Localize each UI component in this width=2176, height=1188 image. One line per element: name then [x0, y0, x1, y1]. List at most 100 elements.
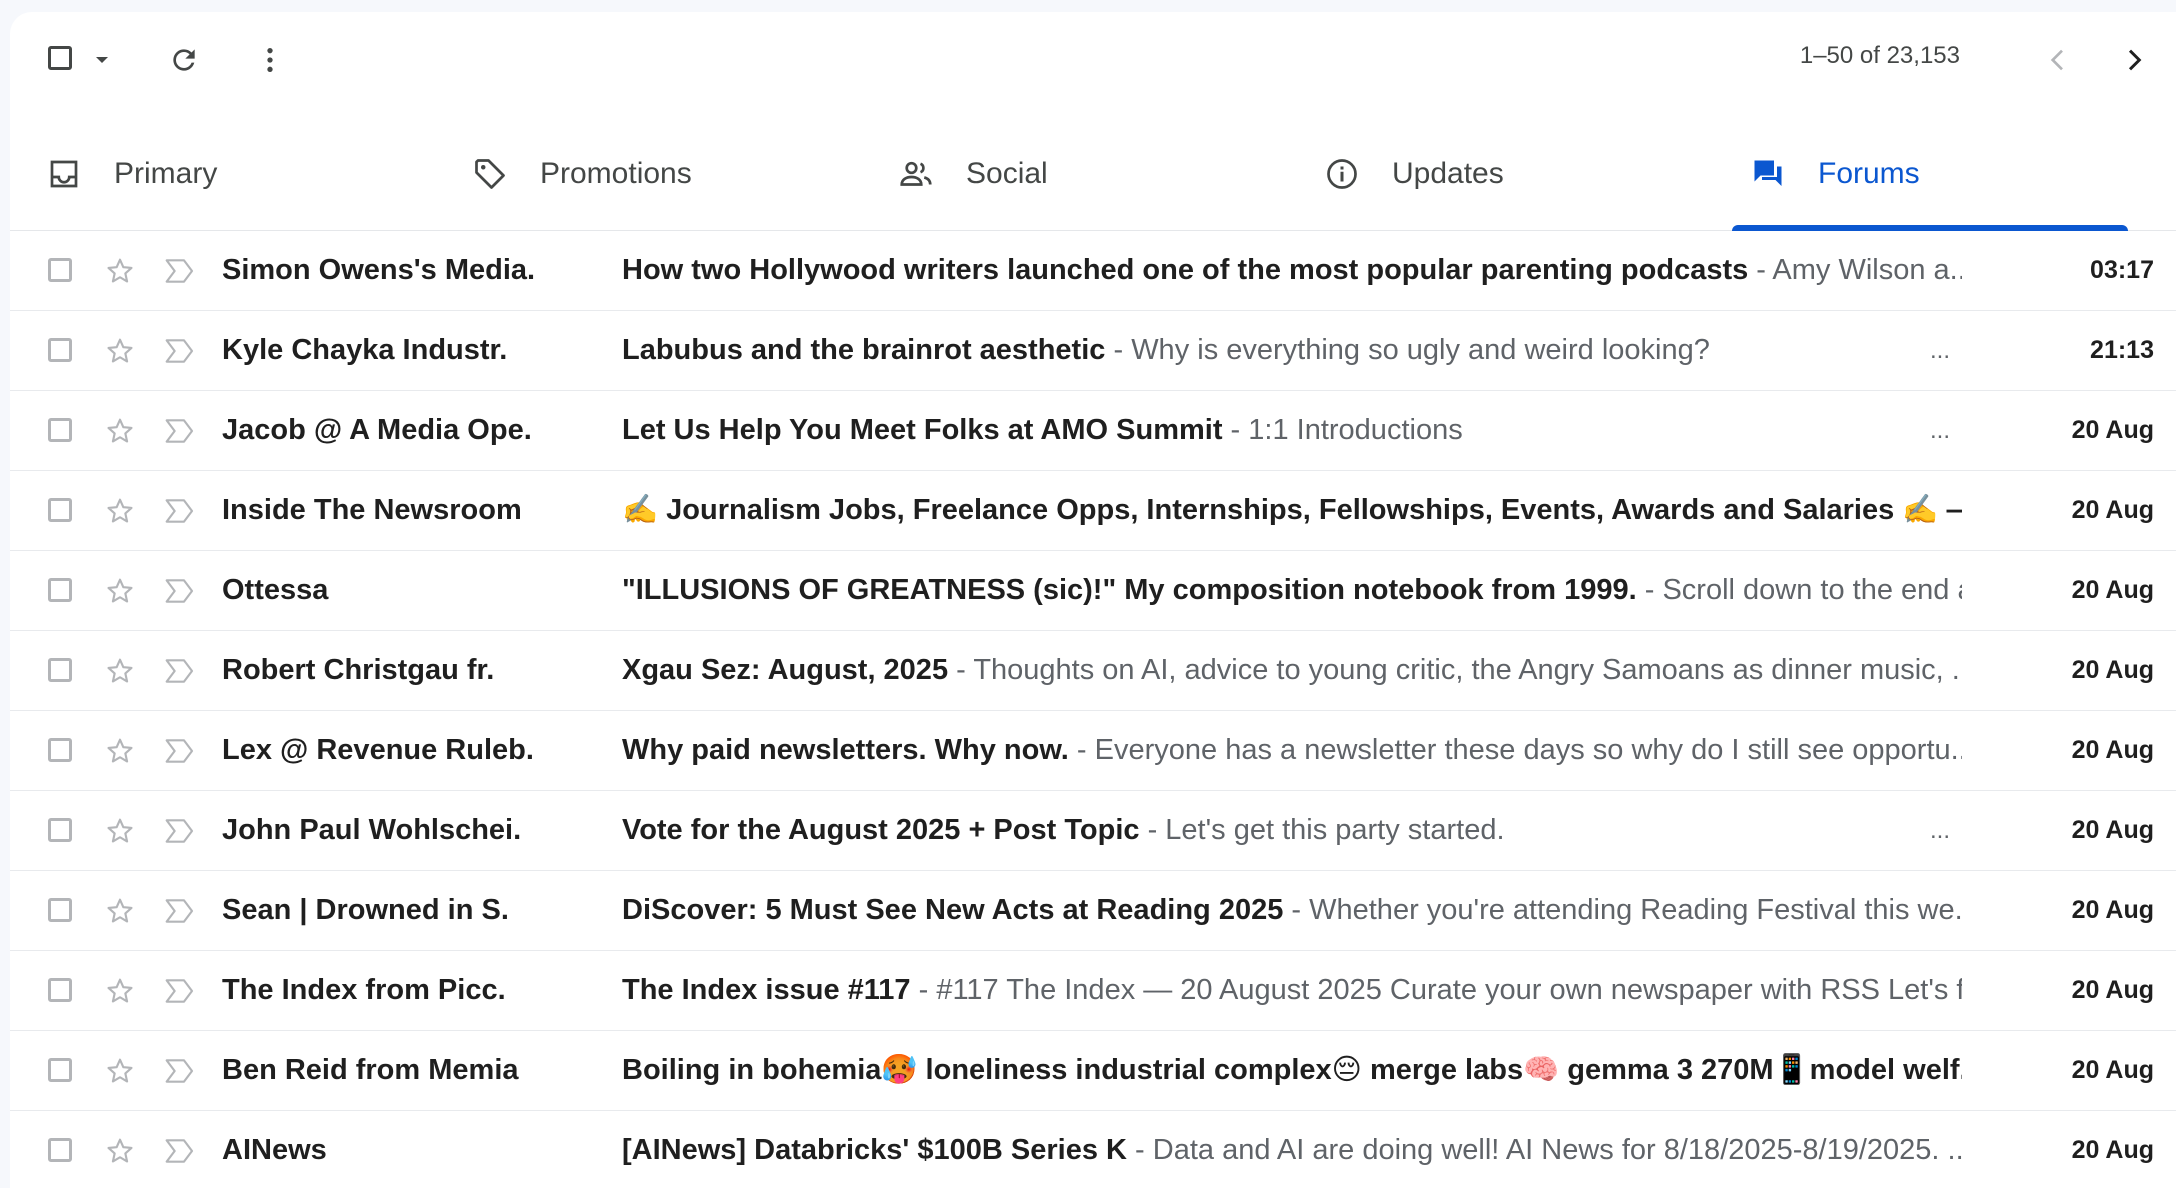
row-checkbox[interactable]	[48, 738, 72, 762]
tab-updates[interactable]: Updates	[1288, 118, 1714, 230]
star-icon[interactable]	[104, 975, 136, 1007]
tab-forums[interactable]: Forums	[1714, 118, 2140, 231]
row-checkbox[interactable]	[48, 978, 72, 1002]
sender-name: Robert Christgau fr.	[222, 654, 495, 686]
email-subject: Why paid newsletters. Why now.	[622, 734, 1069, 766]
snippet-ellipsis: ...	[1930, 417, 1951, 444]
importance-marker-icon[interactable]	[164, 976, 196, 1006]
importance-marker-icon[interactable]	[164, 496, 196, 526]
email-date: 20 Aug	[2071, 496, 2154, 524]
email-row[interactable]: AINews [AINews] Databricks' $100B Series…	[10, 1111, 2176, 1188]
email-content: Vote for the August 2025 + Post Topic - …	[622, 791, 1962, 870]
refresh-icon[interactable]	[166, 42, 202, 78]
importance-marker-icon[interactable]	[164, 816, 196, 846]
select-all-checkbox[interactable]	[48, 46, 72, 70]
snippet-separator: -	[948, 654, 974, 686]
star-icon[interactable]	[104, 495, 136, 527]
snippet-separator: -	[1222, 414, 1249, 446]
older-page-chevron-right-icon[interactable]	[2116, 42, 2152, 78]
email-snippet: Amy Wilson a...	[1772, 254, 1962, 286]
more-options-icon[interactable]	[252, 42, 288, 78]
tab-social[interactable]: Social	[862, 118, 1288, 230]
newer-page-chevron-left-icon[interactable]	[2040, 42, 2076, 78]
email-row[interactable]: John Paul Wohlschei. Vote for the August…	[10, 791, 2176, 871]
row-checkbox[interactable]	[48, 578, 72, 602]
star-icon[interactable]	[104, 255, 136, 287]
email-content: Labubus and the brainrot aesthetic - Why…	[622, 311, 1962, 390]
mail-panel: 1–50 of 23,153 Primary Promotions Social	[10, 12, 2176, 1188]
row-checkbox[interactable]	[48, 658, 72, 682]
row-checkbox[interactable]	[48, 818, 72, 842]
sender-name: Lex @ Revenue Ruleb.	[222, 734, 534, 766]
star-icon[interactable]	[104, 735, 136, 767]
star-icon[interactable]	[104, 655, 136, 687]
sender-name: Sean | Drowned in S.	[222, 894, 509, 926]
row-checkbox[interactable]	[48, 498, 72, 522]
tab-primary[interactable]: Primary	[10, 118, 436, 230]
email-date: 20 Aug	[2071, 656, 2154, 684]
star-icon[interactable]	[104, 815, 136, 847]
sender-name: Ottessa	[222, 574, 329, 606]
row-checkbox[interactable]	[48, 418, 72, 442]
email-content: "ILLUSIONS OF GREATNESS (sic)!" My compo…	[622, 551, 1962, 630]
star-icon[interactable]	[104, 1135, 136, 1167]
importance-marker-icon[interactable]	[164, 896, 196, 926]
email-row[interactable]: Simon Owens's Media. How two Hollywood w…	[10, 231, 2176, 311]
email-content: Why paid newsletters. Why now. - Everyon…	[622, 711, 1962, 790]
row-checkbox[interactable]	[48, 1058, 72, 1082]
row-checkbox[interactable]	[48, 258, 72, 282]
email-content: Xgau Sez: August, 2025 - Thoughts on AI,…	[622, 631, 1962, 710]
importance-marker-icon[interactable]	[164, 576, 196, 606]
email-row[interactable]: Inside The Newsroom ✍️ Journalism Jobs, …	[10, 471, 2176, 551]
email-snippet: #117 The Index — 20 August 2025 Curate y…	[936, 974, 1962, 1006]
tab-label: Forums	[1818, 157, 1920, 190]
tag-icon	[472, 156, 508, 192]
star-icon[interactable]	[104, 415, 136, 447]
email-snippet: Whether you're attending Reading Festiva…	[1309, 894, 1962, 926]
snippet-separator: -	[1126, 1134, 1153, 1166]
email-date: 20 Aug	[2071, 1136, 2154, 1164]
star-icon[interactable]	[104, 575, 136, 607]
select-dropdown-icon[interactable]	[90, 48, 114, 72]
email-row[interactable]: Ben Reid from Memia Boiling in bohemia🥵 …	[10, 1031, 2176, 1111]
info-icon	[1324, 156, 1360, 192]
email-snippet: Why is everything so ugly and weird look…	[1131, 334, 1710, 366]
importance-marker-icon[interactable]	[164, 1136, 196, 1166]
row-checkbox[interactable]	[48, 338, 72, 362]
email-date: 03:17	[2090, 256, 2154, 284]
email-row[interactable]: Sean | Drowned in S. DiScover: 5 Must Se…	[10, 871, 2176, 951]
email-row[interactable]: Robert Christgau fr. Xgau Sez: August, 2…	[10, 631, 2176, 711]
email-subject: Labubus and the brainrot aesthetic	[622, 334, 1106, 366]
email-row[interactable]: The Index from Picc. The Index issue #11…	[10, 951, 2176, 1031]
importance-marker-icon[interactable]	[164, 256, 196, 286]
email-snippet: Data and AI are doing well! AI News for …	[1152, 1134, 1962, 1166]
email-date: 20 Aug	[2071, 416, 2154, 444]
snippet-separator: -	[1105, 334, 1132, 366]
star-icon[interactable]	[104, 335, 136, 367]
email-row[interactable]: Lex @ Revenue Ruleb. Why paid newsletter…	[10, 711, 2176, 791]
email-row[interactable]: Kyle Chayka Industr. Labubus and the bra…	[10, 311, 2176, 391]
sender-name: Jacob @ A Media Ope.	[222, 414, 532, 446]
importance-marker-icon[interactable]	[164, 336, 196, 366]
importance-marker-icon[interactable]	[164, 736, 196, 766]
tab-promotions[interactable]: Promotions	[436, 118, 862, 230]
email-row[interactable]: Jacob @ A Media Ope. Let Us Help You Mee…	[10, 391, 2176, 471]
email-content: DiScover: 5 Must See New Acts at Reading…	[622, 871, 1962, 950]
toolbar: 1–50 of 23,153	[10, 12, 2176, 108]
importance-marker-icon[interactable]	[164, 416, 196, 446]
sender-name: Inside The Newsroom	[222, 494, 522, 526]
forum-icon	[1750, 156, 1786, 192]
email-content: Let Us Help You Meet Folks at AMO Summit…	[622, 391, 1962, 470]
email-subject: DiScover: 5 Must See New Acts at Reading…	[622, 894, 1284, 926]
importance-marker-icon[interactable]	[164, 1056, 196, 1086]
row-checkbox[interactable]	[48, 898, 72, 922]
email-row[interactable]: Ottessa "ILLUSIONS OF GREATNESS (sic)!" …	[10, 551, 2176, 631]
star-icon[interactable]	[104, 1055, 136, 1087]
tab-label: Updates	[1392, 157, 1504, 190]
pagination-count: 1–50 of 23,153	[1799, 42, 1960, 69]
star-icon[interactable]	[104, 895, 136, 927]
importance-marker-icon[interactable]	[164, 656, 196, 686]
snippet-ellipsis: ...	[1930, 337, 1951, 364]
row-checkbox[interactable]	[48, 1138, 72, 1162]
email-snippet: Thoughts on AI, advice to young critic, …	[973, 654, 1962, 686]
